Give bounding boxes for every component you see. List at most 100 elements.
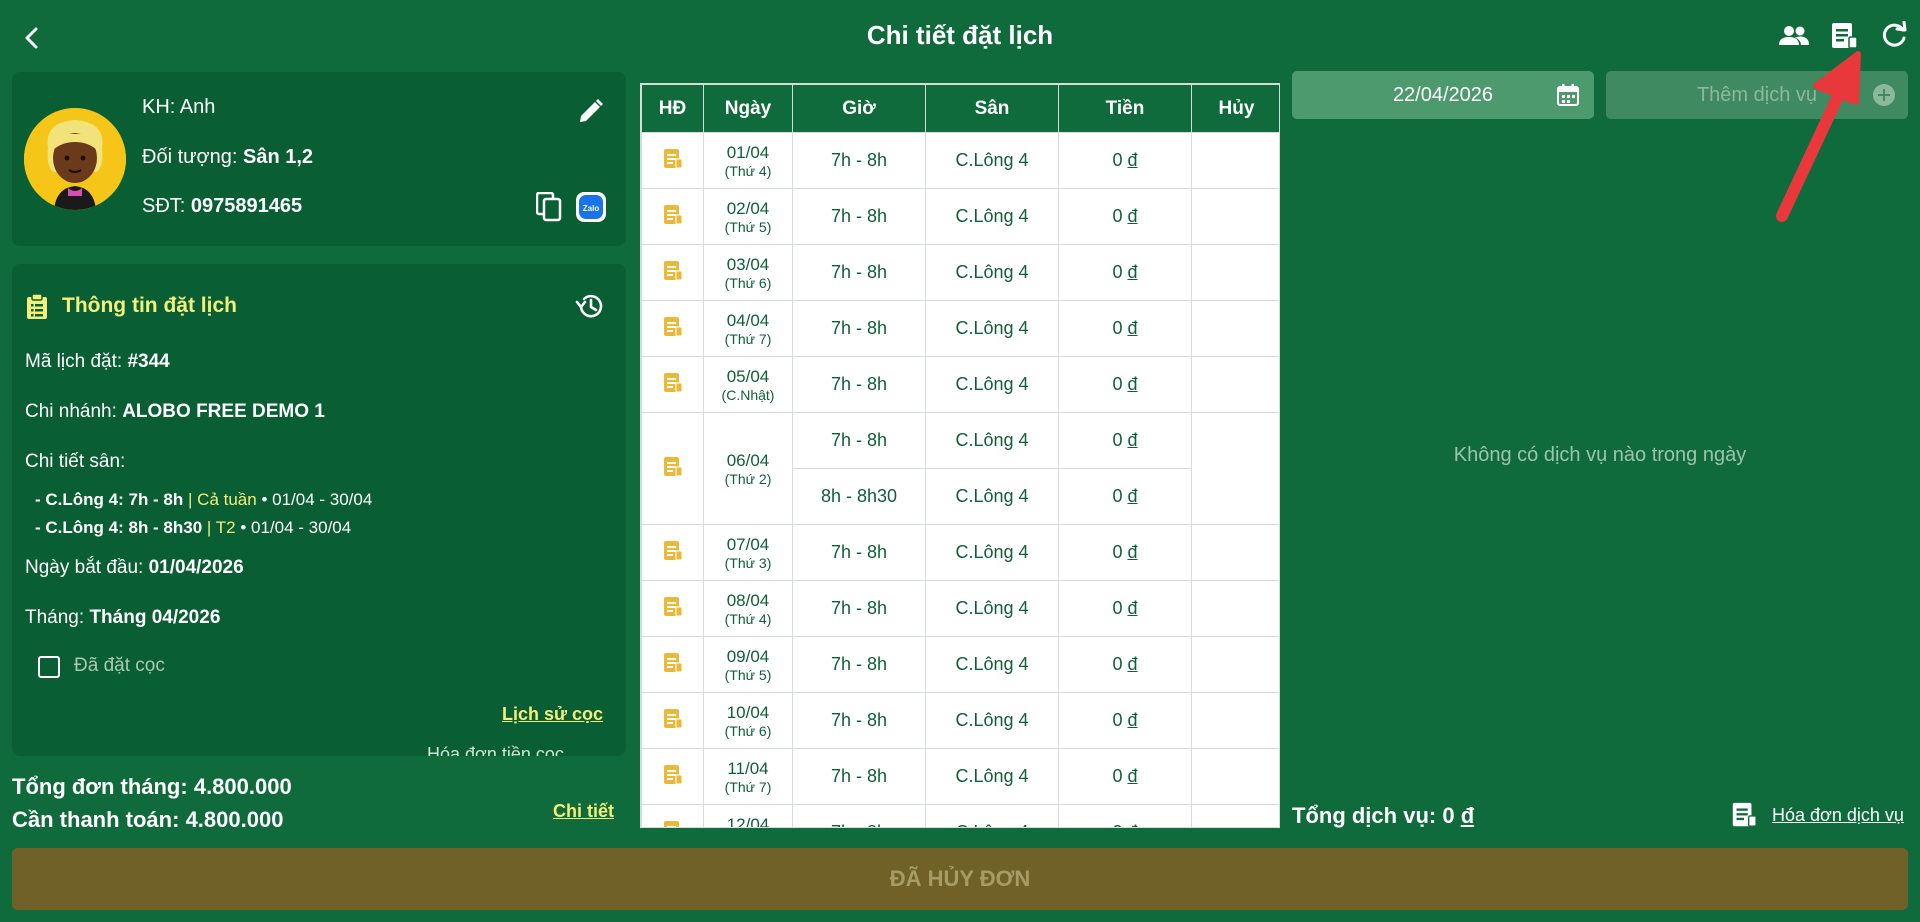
row-amount: 0 xyxy=(1112,822,1122,827)
amount-due-label: Cần thanh toán: xyxy=(12,807,180,832)
row-weekday: (Thứ 4) xyxy=(724,610,772,627)
row-weekday: (C.Nhật) xyxy=(721,386,775,403)
row-amount: 0 xyxy=(1112,206,1123,226)
row-currency: đ xyxy=(1127,710,1138,730)
plus-circle-icon xyxy=(1873,84,1895,106)
invoice-cell[interactable] xyxy=(641,580,704,637)
time-cell: 7h - 8h xyxy=(792,692,926,749)
amount-cell: 0 đ xyxy=(1058,636,1192,693)
customer-name-line: KH: Anh xyxy=(142,96,215,119)
service-invoice-link[interactable]: Hóa đơn dịch vụ xyxy=(1730,800,1904,830)
cancel-cell[interactable] xyxy=(1191,580,1279,637)
row-weekday: (Thứ 7) xyxy=(724,778,772,795)
invoice-cell[interactable] xyxy=(641,244,704,301)
deposit-checkbox[interactable] xyxy=(38,656,60,678)
row-date: 08/04 xyxy=(726,590,770,610)
court-detail-line-2: - C.Lông 4: 8h - 8h30 | T2 • 01/04 - 30/… xyxy=(35,518,351,538)
annotation-arrow xyxy=(1776,51,1861,222)
header-time: Giờ xyxy=(792,84,926,133)
court-cell: C.Lông 4 xyxy=(925,580,1059,637)
month-line: Tháng: Tháng 04/2026 xyxy=(25,607,220,629)
row-amount: 0 xyxy=(1112,710,1123,730)
zalo-button[interactable]: Zalo xyxy=(574,190,608,224)
time-cell: 7h - 8h xyxy=(792,412,926,469)
date-cell: 05/04 (C.Nhật) xyxy=(703,356,793,413)
table-row[interactable]: 11/04 (Thứ 7) 7h - 8h C.Lông 40 đ xyxy=(641,748,1279,805)
row-date: 05/04 xyxy=(726,366,770,386)
cancel-cell[interactable] xyxy=(1191,748,1279,805)
service-date-picker[interactable]: 22/04/2026 xyxy=(1292,71,1594,119)
cancel-cell[interactable] xyxy=(1191,692,1279,749)
cancel-cell[interactable] xyxy=(1191,188,1279,245)
invoice-cell[interactable] xyxy=(641,300,704,357)
history-icon xyxy=(575,294,603,318)
cancel-cell[interactable] xyxy=(1191,412,1279,525)
table-row[interactable]: 01/04 (Thứ 4) 7h - 8h C.Lông 40 đ xyxy=(641,132,1279,189)
amount-cell: 0 đ xyxy=(1058,580,1192,637)
court-detail-range: • 01/04 - 30/04 xyxy=(240,518,352,537)
start-date-label: Ngày bắt đầu: xyxy=(25,557,144,578)
table-row[interactable]: 02/04 (Thứ 5) 7h - 8h C.Lông 40 đ xyxy=(641,188,1279,245)
booking-info-card: Thông tin đặt lịch Mã lịch đặt: #344 Chi… xyxy=(12,264,626,756)
amount-due-line: Cần thanh toán: 4.800.000 xyxy=(12,807,283,833)
cancel-cell[interactable] xyxy=(1191,356,1279,413)
refresh-button[interactable] xyxy=(1874,18,1914,54)
header-date: Ngày xyxy=(703,84,793,133)
invoice-doc-icon xyxy=(663,597,682,617)
court-cell: C.Lông 4 xyxy=(925,524,1059,581)
customer-name-prefix: KH: xyxy=(142,96,176,118)
invoice-cell[interactable] xyxy=(641,132,704,189)
history-button[interactable] xyxy=(572,288,608,324)
service-total-line: Tổng dịch vụ: 0 đ xyxy=(1292,803,1474,829)
invoice-cell[interactable] xyxy=(641,748,704,805)
totals-detail-link[interactable]: Chi tiết xyxy=(553,801,614,822)
date-cell: 03/04 (Thứ 6) xyxy=(703,244,793,301)
amount-cell: 0 đ xyxy=(1058,692,1192,749)
date-cell: 07/04 (Thứ 3) xyxy=(703,524,793,581)
copy-icon xyxy=(536,192,562,222)
court-detail-range: • 01/04 - 30/04 xyxy=(261,490,373,509)
edit-customer-button[interactable] xyxy=(572,94,608,130)
table-row[interactable]: 07/04 (Thứ 3) 7h - 8h C.Lông 40 đ xyxy=(641,524,1279,581)
time-cell: 7h - 8h xyxy=(792,132,926,189)
invoice-cell[interactable] xyxy=(641,356,704,413)
service-total-currency: đ xyxy=(1460,803,1475,828)
cancelled-order-button[interactable]: ĐÃ HỦY ĐƠN xyxy=(12,848,1908,910)
table-row[interactable]: 12/04(C.Nhật)7h - 8hC.Lông 40 đ xyxy=(641,804,1279,827)
invoice-cell[interactable] xyxy=(641,412,704,525)
invoice-doc-icon xyxy=(663,541,682,561)
deposit-invoice-link[interactable]: Hóa đơn tiền cọc xyxy=(427,744,564,756)
row-amount: 0 xyxy=(1112,654,1123,674)
cancel-cell[interactable] xyxy=(1191,524,1279,581)
table-row[interactable]: 06/04 (Thứ 2) 7h - 8h C.Lông 40 đ xyxy=(641,412,1279,525)
time-cell: 7h - 8h xyxy=(792,636,926,693)
amount-cell: 0 đ xyxy=(1058,132,1192,189)
invoice-cell[interactable] xyxy=(641,188,704,245)
invoice-cell[interactable] xyxy=(641,692,704,749)
refresh-icon xyxy=(1882,21,1907,47)
cancel-cell[interactable] xyxy=(1191,300,1279,357)
table-row[interactable]: 09/04 (Thứ 5) 7h - 8h C.Lông 40 đ xyxy=(641,636,1279,693)
table-row[interactable]: 05/04 (C.Nhật) 7h - 8h C.Lông 40 đ xyxy=(641,356,1279,413)
invoice-cell[interactable] xyxy=(641,804,704,827)
row-weekday: (Thứ 6) xyxy=(724,274,772,291)
table-row[interactable]: 04/04 (Thứ 7) 7h - 8h C.Lông 40 đ xyxy=(641,300,1279,357)
row-amount: 0 xyxy=(1112,374,1123,394)
cancel-cell[interactable] xyxy=(1191,804,1279,827)
table-row[interactable]: 10/04 (Thứ 6) 7h - 8h C.Lông 40 đ xyxy=(641,692,1279,749)
court-detail-court: - C.Lông 4: 7h - 8h xyxy=(35,490,184,509)
invoice-cell[interactable] xyxy=(641,636,704,693)
table-row[interactable]: 08/04 (Thứ 4) 7h - 8h C.Lông 40 đ xyxy=(641,580,1279,637)
cancel-cell[interactable] xyxy=(1191,244,1279,301)
row-currency: đ xyxy=(1127,206,1138,226)
customer-phone: 0975891465 xyxy=(190,195,303,217)
court-cell: C.Lông 4 xyxy=(925,356,1059,413)
invoice-cell[interactable] xyxy=(641,524,704,581)
copy-phone-button[interactable] xyxy=(532,190,566,224)
cancel-cell[interactable] xyxy=(1191,636,1279,693)
table-row[interactable]: 03/04 (Thứ 6) 7h - 8h C.Lông 40 đ xyxy=(641,244,1279,301)
cancel-cell[interactable] xyxy=(1191,132,1279,189)
row-currency: đ xyxy=(1127,542,1138,562)
date-cell: 02/04 (Thứ 5) xyxy=(703,188,793,245)
deposit-history-link[interactable]: Lịch sử cọc xyxy=(502,704,603,725)
